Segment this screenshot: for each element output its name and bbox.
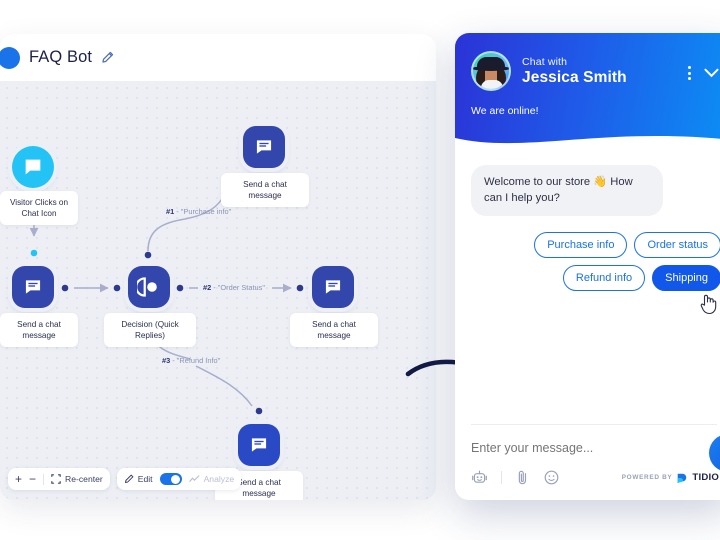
divider (43, 473, 45, 485)
chat-message-icon (238, 424, 280, 466)
chart-line-icon (188, 475, 199, 482)
node-trigger[interactable] (12, 146, 54, 188)
chat-widget: Chat with Jessica Smith We are online! W… (455, 33, 720, 500)
powered-by: POWERED BY TIDIO (622, 472, 719, 484)
connector-label-1: #1 - "Purchase info" (166, 207, 232, 216)
widget-agent-info: Chat with Jessica Smith (522, 56, 688, 87)
node-trigger-label: Visitor Clicks on Chat Icon (0, 191, 78, 225)
quick-reply-purchase-info[interactable]: Purchase info (534, 232, 628, 258)
recenter-label: Re-center (65, 474, 103, 484)
zoom-out-button[interactable]: − (29, 473, 36, 485)
message-input[interactable] (455, 425, 720, 465)
quick-replies: Purchase info Order status Refund info S… (471, 232, 720, 291)
node-decision[interactable] (128, 266, 170, 308)
edit-button[interactable]: Edit (124, 474, 153, 484)
tidio-logo-icon (678, 473, 687, 483)
chat-message-icon (12, 266, 54, 308)
quick-reply-order-status[interactable]: Order status (634, 232, 720, 258)
emoji-icon[interactable] (543, 469, 560, 486)
decision-glyph (137, 277, 157, 297)
quick-reply-shipping[interactable]: Shipping (652, 265, 720, 291)
online-status: We are online! (471, 105, 539, 117)
kebab-menu-icon[interactable] (688, 66, 691, 80)
connector-label-3: #3 - "Refund Info" (162, 356, 221, 365)
chat-message-glyph (256, 140, 272, 154)
analyze-label: Analyze (203, 474, 235, 484)
node-send-top-label: Send a chat message (221, 173, 309, 207)
node-decision-label: Decision (Quick Replies) (104, 313, 196, 347)
chevron-down-icon[interactable] (704, 68, 719, 78)
bot-avatar-dot (0, 46, 20, 69)
flow-builder-panel: FAQ Bot Visitor Clicks on Chat Icon Send… (0, 34, 436, 500)
bot-icon[interactable] (471, 469, 488, 486)
pencil-icon[interactable] (101, 51, 114, 64)
analyze-button[interactable]: Analyze (188, 474, 235, 484)
mouse-cursor-icon (700, 294, 717, 315)
zoom-group: + − Re-center (8, 468, 110, 490)
avatar-hat-brim (473, 66, 509, 71)
avatar-body (481, 80, 503, 89)
edit-label: Edit (137, 474, 153, 484)
page-title: FAQ Bot (29, 48, 93, 66)
builder-header: FAQ Bot (0, 34, 436, 81)
screenshot-root: FAQ Bot Visitor Clicks on Chat Icon Send… (0, 0, 720, 540)
chat-message-glyph (325, 280, 341, 294)
node-send-right[interactable] (312, 266, 354, 308)
decision-icon (128, 266, 170, 308)
widget-message-area: Welcome to our store 👋 How can I help yo… (455, 151, 720, 438)
powered-by-label: POWERED BY (621, 474, 673, 481)
connector-label-2: #2 - "Order Status" (203, 283, 265, 292)
bot-message-bubble: Welcome to our store 👋 How can I help yo… (471, 165, 663, 216)
footer-icon-row: POWERED BY TIDIO (455, 465, 720, 500)
chat-bubble-glyph (25, 159, 41, 175)
pencil-icon (124, 474, 134, 483)
flow-canvas[interactable]: Visitor Clicks on Chat Icon Send a chat … (0, 81, 436, 500)
widget-header: Chat with Jessica Smith We are online! (455, 33, 720, 152)
edit-mode-toggle[interactable] (159, 473, 182, 485)
quick-reply-refund-info[interactable]: Refund info (562, 265, 646, 291)
zoom-in-button[interactable]: + (15, 473, 22, 485)
avatar (471, 51, 511, 91)
widget-header-actions (688, 62, 719, 80)
attachment-icon[interactable] (515, 469, 530, 486)
chat-message-glyph (251, 438, 267, 452)
recenter-button[interactable]: Re-center (51, 474, 103, 484)
canvas-toolbar: + − Re-center Edit Analyze (8, 468, 242, 490)
brand-name: TIDIO (692, 472, 719, 483)
node-send-1-label: Send a chat message (0, 313, 78, 347)
divider (501, 471, 502, 484)
widget-header-top: Chat with Jessica Smith (455, 33, 720, 91)
node-send-top[interactable] (243, 126, 285, 168)
header-wave-decoration (455, 135, 720, 152)
mode-group: Edit Analyze (116, 468, 242, 490)
node-send-right-label: Send a chat message (290, 313, 378, 347)
chat-with-label: Chat with (522, 55, 568, 68)
node-send-1[interactable] (12, 266, 54, 308)
widget-footer: POWERED BY TIDIO (455, 424, 720, 500)
chat-message-glyph (25, 280, 41, 294)
recenter-icon (51, 474, 61, 484)
chat-message-icon (312, 266, 354, 308)
node-send-bottom[interactable] (238, 424, 280, 466)
agent-name: Jessica Smith (522, 68, 627, 86)
chat-bubble-icon (12, 146, 54, 188)
chat-message-icon (243, 126, 285, 168)
